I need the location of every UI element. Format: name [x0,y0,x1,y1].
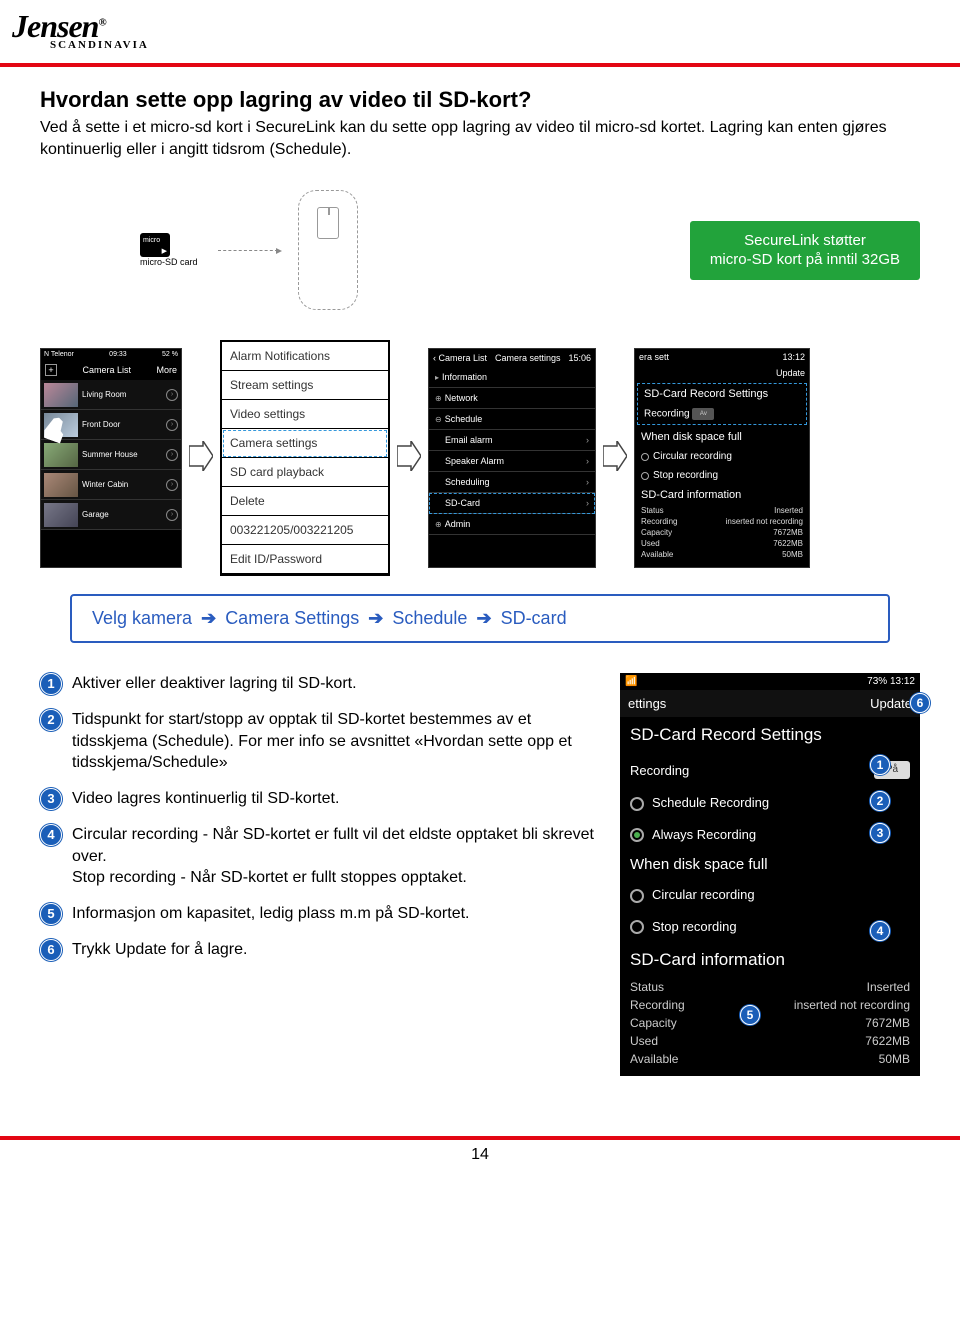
radio-circular[interactable] [630,889,644,903]
intro-text: Ved å sette i et micro-sd kort i SecureL… [40,117,920,160]
screenshot-sd-settings-small: era sett13:12 Update SD-Card Record Sett… [634,348,810,568]
section-title: SD-Card Record Settings [620,717,920,753]
flow-arrow-icon [396,441,422,476]
update-button[interactable]: Update [870,696,912,711]
camera-outline-icon [298,190,358,310]
sd-illustration-row: micro-SD card SecureLink støtter micro-S… [140,190,920,310]
menu-video[interactable]: Video settings [222,400,388,429]
divider-top [0,63,960,67]
arrow-icon [218,250,278,251]
steps-list: 1Aktiver eller deaktiver lagring til SD-… [40,673,602,1076]
menu-camera-settings[interactable]: Camera settings [222,429,388,458]
step-badge: 1 [40,673,62,695]
signal-icon: 📶 [625,676,637,687]
add-icon[interactable]: + [45,364,57,376]
radio-icon[interactable] [641,453,649,461]
brand-logo: Jensen® SCANDINAVIA [0,0,960,59]
callout-badge: 6 [910,693,930,713]
disk-full-title: When disk space full [620,850,920,879]
microsd-icon [140,233,170,257]
radio-always[interactable] [630,828,644,842]
back-icon[interactable]: ‹ Camera List [433,353,487,363]
navigation-path-banner: Velg kamera ➔ Camera Settings ➔ Schedule… [70,594,890,643]
page-number: 14 [0,1146,960,1176]
screenshot-camera-list: N Telenor09:3352 % +Camera ListMore Livi… [40,348,182,568]
radio-icon[interactable] [641,472,649,480]
menu-playback[interactable]: SD card playback [222,458,388,487]
flow-arrow-icon [188,441,214,476]
support-badge: SecureLink støtter micro-SD kort på innt… [690,221,920,280]
microsd-label: micro-SD card [140,257,198,267]
back-button[interactable]: ettings [628,696,666,711]
radio-schedule[interactable] [630,797,644,811]
menu-edit-id[interactable]: Edit ID/Password [222,545,388,574]
flow-arrow-icon [602,441,628,476]
menu-delete[interactable]: Delete [222,487,388,516]
settings-menu: Alarm Notifications Stream settings Vide… [220,340,390,576]
menu-alarm[interactable]: Alarm Notifications [222,342,388,371]
go-icon[interactable]: › [166,389,178,401]
screenshot-sd-settings-large: 📶73% 13:12 ettingsUpdate SD-Card Record … [620,673,920,1076]
radio-stop[interactable] [630,920,644,934]
sd-info-title: SD-Card information [620,942,920,978]
screenshot-camera-settings: ‹ Camera ListCamera settings15:06 ▸Infor… [428,348,596,568]
recording-toggle[interactable]: Av [692,408,714,420]
divider-bottom [0,1136,960,1140]
menu-id: 003221205/003221205 [222,516,388,545]
page-title: Hvordan sette opp lagring av video til S… [40,87,920,113]
menu-stream[interactable]: Stream settings [222,371,388,400]
update-button[interactable]: Update [776,368,805,378]
